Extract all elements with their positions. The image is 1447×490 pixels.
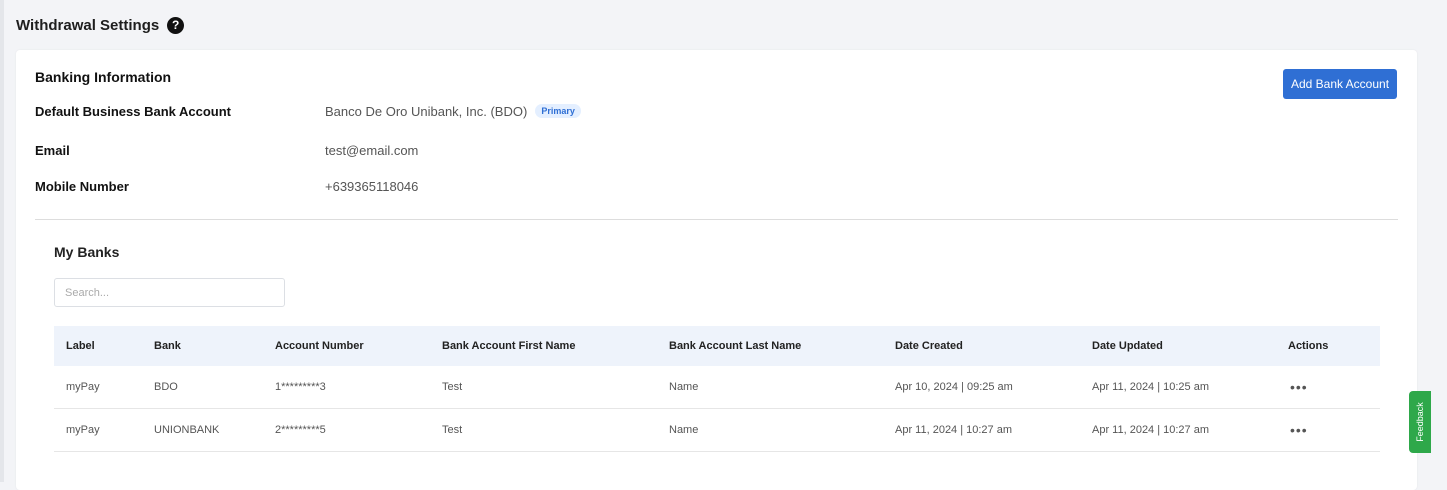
default-account-label: Default Business Bank Account	[35, 103, 232, 119]
search-input[interactable]	[54, 278, 285, 307]
cell-date-created: Apr 11, 2024 | 10:27 am	[895, 424, 1013, 436]
table-header: Label Bank Account Number Bank Account F…	[54, 326, 1380, 366]
cell-bank: BDO	[154, 381, 178, 393]
email-label: Email	[35, 142, 70, 158]
col-date-created[interactable]: Date Created	[895, 340, 963, 352]
col-first-name[interactable]: Bank Account First Name	[442, 340, 575, 352]
banking-card: Banking Information Add Bank Account Def…	[16, 50, 1417, 490]
default-account-row: Default Business Bank Account Banco De O…	[35, 101, 581, 121]
more-actions-icon[interactable]: •••	[1290, 379, 1308, 395]
email-value: test@email.com	[325, 142, 419, 158]
cell-bank: UNIONBANK	[154, 424, 220, 436]
col-date-updated[interactable]: Date Updated	[1092, 340, 1163, 352]
cell-last-name: Name	[669, 424, 699, 436]
add-bank-account-button[interactable]: Add Bank Account	[1283, 69, 1397, 99]
mobile-value: +639365118046	[325, 178, 419, 194]
cell-first-name: Test	[442, 381, 463, 393]
divider	[35, 219, 1398, 220]
page-header: Withdrawal Settings ?	[16, 14, 185, 36]
cell-label: myPay	[66, 424, 100, 436]
section-title-banking: Banking Information	[35, 69, 172, 85]
default-account-value: Banco De Oro Unibank, Inc. (BDO)	[325, 103, 528, 119]
table-row[interactable]: myPay BDO 1*********3 Test Name Apr 10, …	[54, 366, 1380, 409]
banks-table: Label Bank Account Number Bank Account F…	[54, 326, 1380, 452]
email-row: Email test@email.com	[35, 140, 418, 160]
left-edge	[0, 0, 4, 482]
cell-date-updated: Apr 11, 2024 | 10:25 am	[1092, 381, 1210, 393]
cell-account-number: 1*********3	[275, 381, 326, 393]
cell-date-updated: Apr 11, 2024 | 10:27 am	[1092, 424, 1210, 436]
primary-badge: Primary	[535, 104, 581, 118]
question-circle-icon[interactable]: ?	[167, 16, 185, 34]
col-bank[interactable]: Bank	[154, 340, 181, 352]
cell-account-number: 2*********5	[275, 424, 326, 436]
feedback-label: Feedback	[1415, 402, 1425, 442]
col-actions: Actions	[1288, 340, 1329, 352]
more-actions-icon[interactable]: •••	[1290, 422, 1308, 438]
page-title: Withdrawal Settings	[16, 16, 160, 34]
table-row[interactable]: myPay UNIONBANK 2*********5 Test Name Ap…	[54, 409, 1380, 452]
col-label[interactable]: Label	[66, 340, 95, 352]
cell-date-created: Apr 10, 2024 | 09:25 am	[895, 381, 1013, 393]
mobile-label: Mobile Number	[35, 178, 129, 194]
cell-label: myPay	[66, 381, 100, 393]
col-last-name[interactable]: Bank Account Last Name	[669, 340, 801, 352]
cell-last-name: Name	[669, 381, 699, 393]
mobile-row: Mobile Number +639365118046	[35, 176, 418, 196]
feedback-tab[interactable]: Feedback	[1409, 391, 1431, 453]
col-account-number[interactable]: Account Number	[275, 340, 364, 352]
my-banks-title: My Banks	[54, 244, 120, 260]
cell-first-name: Test	[442, 424, 463, 436]
